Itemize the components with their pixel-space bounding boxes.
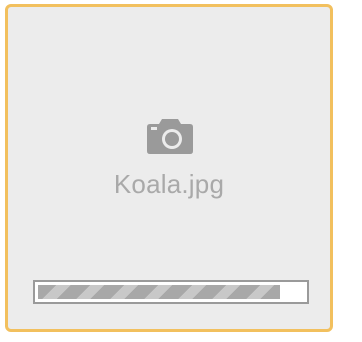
- file-name: Koala.jpg: [113, 169, 225, 199]
- upload-progress-fill: [38, 285, 280, 299]
- upload-tile[interactable]: Koala.jpg: [5, 4, 333, 332]
- camera-icon: [147, 119, 193, 154]
- upload-progress-bar: [33, 280, 309, 304]
